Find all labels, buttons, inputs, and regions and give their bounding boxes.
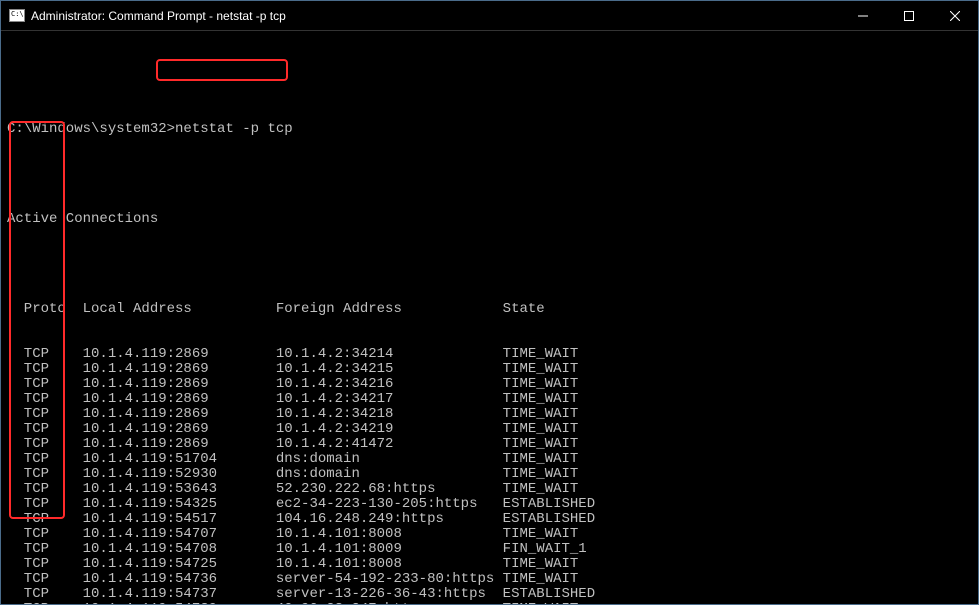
maximize-icon [904,11,914,21]
connection-row: TCP 10.1.4.119:54517 104.16.248.249:http… [7,512,972,527]
window-title: Administrator: Command Prompt - netstat … [31,9,286,23]
close-button[interactable] [932,1,978,31]
connection-row: TCP 10.1.4.119:54325 ec2-34-223-130-205:… [7,497,972,512]
connection-row: TCP 10.1.4.119:2869 10.1.4.2:34219 TIME_… [7,422,972,437]
prompt-line: C:\Windows\system32>netstat -p tcp [7,122,972,137]
connection-row: TCP 10.1.4.119:2869 10.1.4.2:34215 TIME_… [7,362,972,377]
connection-rows: TCP 10.1.4.119:2869 10.1.4.2:34214 TIME_… [7,347,972,604]
close-icon [950,11,960,21]
terminal-output[interactable]: C:\Windows\system32>netstat -p tcp Activ… [1,31,978,604]
prompt-path: C:\Windows\system32> [7,121,175,137]
connection-row: TCP 10.1.4.119:2869 10.1.4.2:41472 TIME_… [7,437,972,452]
connection-row: TCP 10.1.4.119:54739 40.90.23.247:https … [7,602,972,604]
columns-header: Proto Local Address Foreign Address Stat… [7,302,972,317]
connection-row: TCP 10.1.4.119:52930 dns:domain TIME_WAI… [7,467,972,482]
connection-row: TCP 10.1.4.119:54737 server-13-226-36-43… [7,587,972,602]
command-prompt-window: Administrator: Command Prompt - netstat … [0,0,979,605]
entered-command: netstat -p tcp [175,121,293,137]
section-header: Active Connections [7,212,972,227]
connection-row: TCP 10.1.4.119:53643 52.230.222.68:https… [7,482,972,497]
connection-row: TCP 10.1.4.119:54708 10.1.4.101:8009 FIN… [7,542,972,557]
minimize-button[interactable] [840,1,886,31]
maximize-button[interactable] [886,1,932,31]
connection-row: TCP 10.1.4.119:54707 10.1.4.101:8008 TIM… [7,527,972,542]
cmd-icon [9,9,25,22]
connection-row: TCP 10.1.4.119:54736 server-54-192-233-8… [7,572,972,587]
connection-row: TCP 10.1.4.119:2869 10.1.4.2:34216 TIME_… [7,377,972,392]
connection-row: TCP 10.1.4.119:54725 10.1.4.101:8008 TIM… [7,557,972,572]
connection-row: TCP 10.1.4.119:2869 10.1.4.2:34218 TIME_… [7,407,972,422]
connection-row: TCP 10.1.4.119:2869 10.1.4.2:34214 TIME_… [7,347,972,362]
minimize-icon [858,11,868,21]
connection-row: TCP 10.1.4.119:2869 10.1.4.2:34217 TIME_… [7,392,972,407]
titlebar[interactable]: Administrator: Command Prompt - netstat … [1,1,978,31]
connection-row: TCP 10.1.4.119:51704 dns:domain TIME_WAI… [7,452,972,467]
